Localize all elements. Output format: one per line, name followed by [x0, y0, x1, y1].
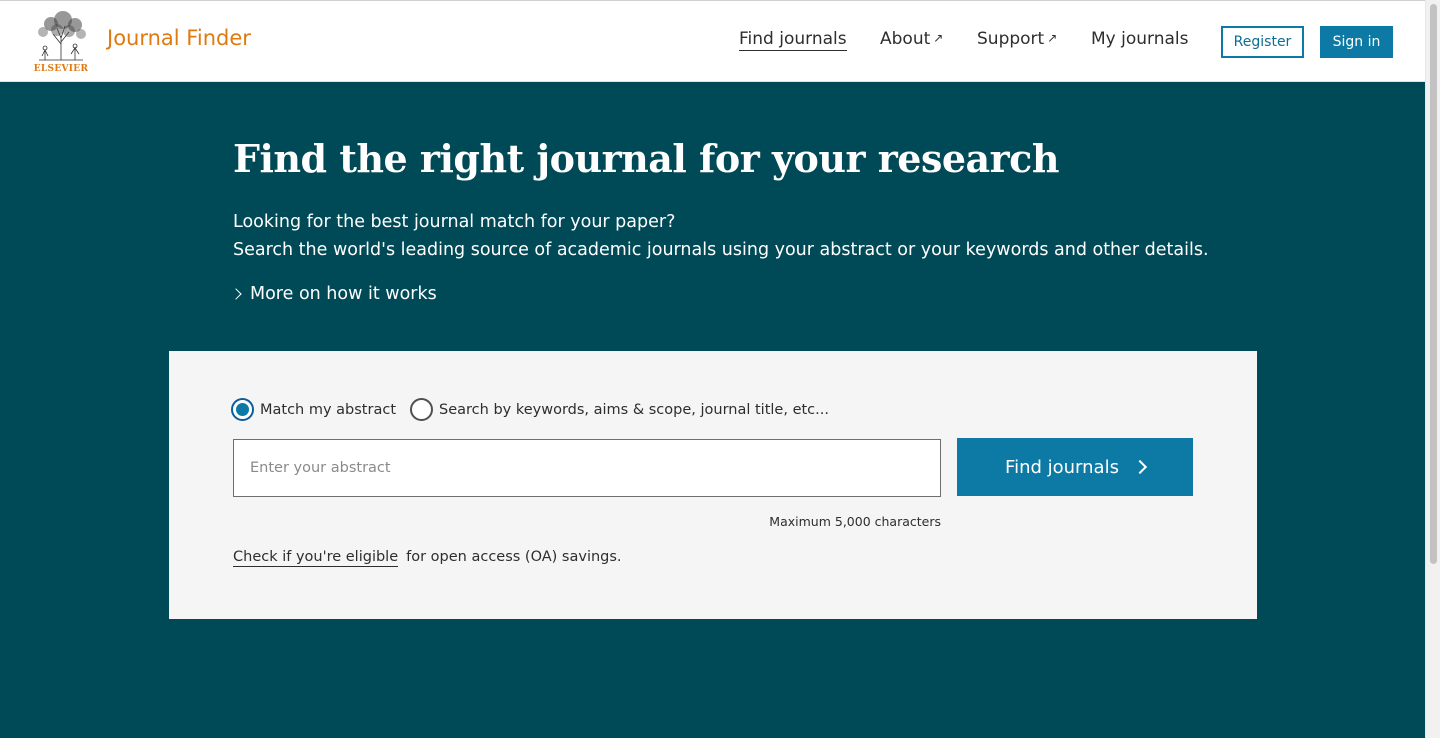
external-link-icon: ↗: [1047, 31, 1058, 45]
site-brand-title[interactable]: Journal Finder: [107, 26, 251, 50]
radio-match-abstract[interactable]: [231, 398, 254, 421]
open-access-note: Check if you're eligible for open access …: [233, 549, 622, 567]
hero-subtitle-line-1: Looking for the best journal match for y…: [233, 212, 676, 232]
elsevier-logo[interactable]: ELSEVIER: [31, 10, 91, 76]
more-on-how-it-works-link[interactable]: More on how it works: [230, 284, 437, 304]
register-button[interactable]: Register: [1221, 26, 1304, 58]
chevron-right-icon: [1132, 459, 1148, 475]
open-access-text: for open access (OA) savings.: [406, 549, 622, 565]
check-eligibility-link[interactable]: Check if you're eligible: [233, 549, 399, 567]
hero-subtitle-line-2: Search the world's leading source of aca…: [233, 240, 1209, 260]
find-journals-button[interactable]: Find journals: [957, 438, 1193, 496]
page-scrollbar[interactable]: [1425, 0, 1440, 738]
radio-label-search-keywords[interactable]: Search by keywords, aims & scope, journa…: [439, 402, 829, 418]
site-header: ELSEVIER Journal Finder Find journals Ab…: [0, 0, 1425, 82]
abstract-input[interactable]: [233, 439, 941, 497]
nav-about[interactable]: About ↗: [880, 29, 943, 49]
search-mode-radio-group: Match my abstract Search by keywords, ai…: [231, 398, 829, 421]
radio-label-match-abstract[interactable]: Match my abstract: [260, 402, 396, 418]
scrollbar-thumb[interactable]: [1430, 4, 1437, 564]
radio-search-keywords[interactable]: [410, 398, 434, 421]
nav-find-journals[interactable]: Find journals: [739, 29, 847, 51]
publisher-wordmark: ELSEVIER: [33, 64, 89, 74]
hero-subtitle: Looking for the best journal match for y…: [233, 208, 1209, 264]
find-journals-label: Find journals: [1005, 456, 1119, 478]
nav-label: My journals: [1091, 29, 1189, 49]
more-link-label: More on how it works: [250, 284, 437, 304]
nav-support[interactable]: Support ↗: [977, 29, 1057, 49]
page-title: Find the right journal for your research: [233, 136, 1059, 181]
nav-label: Find journals: [739, 29, 847, 49]
nav-my-journals[interactable]: My journals: [1091, 29, 1189, 49]
nav-label: About: [880, 29, 931, 49]
hero-section: Find the right journal for your research…: [0, 82, 1425, 738]
chevron-right-icon: [230, 288, 242, 300]
signin-button[interactable]: Sign in: [1320, 26, 1393, 58]
max-characters-hint: Maximum 5,000 characters: [769, 514, 941, 529]
tree-logo-icon: [31, 10, 91, 62]
external-link-icon: ↗: [933, 31, 944, 45]
search-card: Match my abstract Search by keywords, ai…: [169, 351, 1257, 619]
nav-label: Support: [977, 29, 1045, 49]
